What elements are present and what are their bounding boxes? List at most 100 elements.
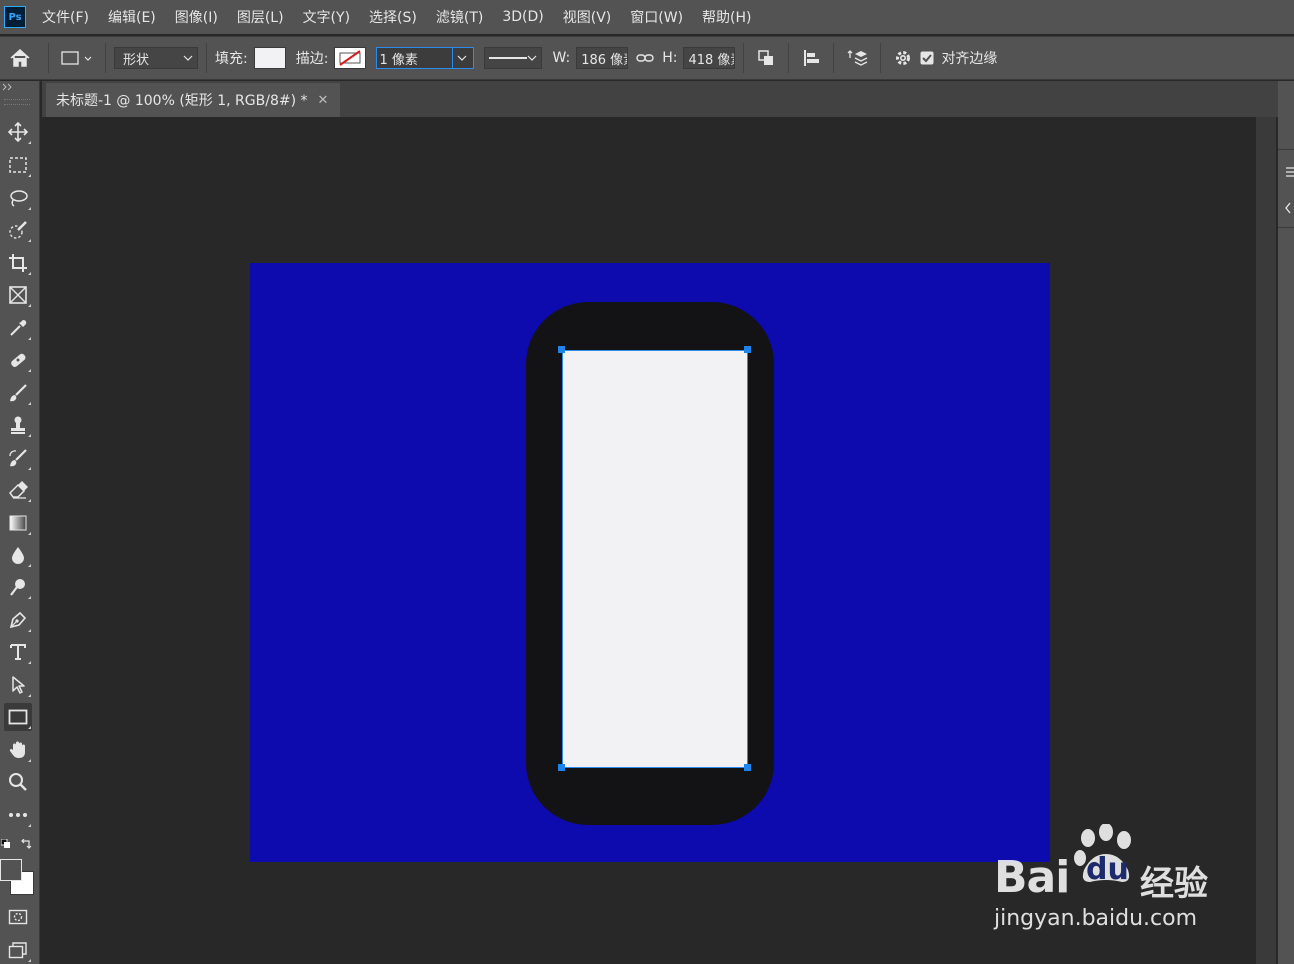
panel-collapse-icon[interactable] xyxy=(2,83,14,91)
divider xyxy=(788,43,790,73)
document-canvas[interactable] xyxy=(250,263,1050,862)
fill-swatch[interactable] xyxy=(253,47,286,69)
foreground-color-swatch[interactable] xyxy=(0,859,22,881)
document-tab-bar: 未标题-1 @ 100% (矩形 1, RGB/8#) * ✕ xyxy=(42,81,1278,117)
stroke-width-field[interactable]: 1 像素 xyxy=(376,47,475,69)
vertical-scrollbar[interactable] xyxy=(1256,117,1276,964)
gear-icon[interactable] xyxy=(889,49,917,67)
stroke-swatch[interactable] xyxy=(334,47,367,69)
panel-dock-divider xyxy=(1278,149,1294,150)
menu-filter[interactable]: 滤镜(T) xyxy=(436,7,483,27)
eraser-tool[interactable] xyxy=(4,476,32,504)
dodge-tool[interactable] xyxy=(4,573,32,601)
menu-file[interactable]: 文件(F) xyxy=(42,7,89,27)
height-field[interactable]: 418 像素 xyxy=(683,47,736,69)
menu-view[interactable]: 视图(V) xyxy=(563,7,612,27)
menu-image[interactable]: 图像(I) xyxy=(175,7,218,27)
quick-selection-tool[interactable] xyxy=(4,216,32,244)
clone-stamp-tool[interactable] xyxy=(4,411,32,439)
divider xyxy=(880,43,882,73)
photoshop-logo-icon[interactable]: Ps xyxy=(4,6,26,28)
path-operations-icon[interactable] xyxy=(752,49,780,67)
menu-edit[interactable]: 编辑(E) xyxy=(108,7,156,27)
pen-icon xyxy=(9,611,27,629)
default-colors-icon[interactable] xyxy=(1,839,11,849)
tool-preset-picker[interactable] xyxy=(57,50,97,66)
path-arrangement-icon[interactable] xyxy=(842,48,872,68)
menu-select[interactable]: 选择(S) xyxy=(369,7,417,27)
mode-select-value: 形状 xyxy=(123,52,150,68)
quick-mask-icon xyxy=(8,909,28,925)
width-field[interactable]: 186 像素 xyxy=(576,47,629,69)
collapsed-panel-dock xyxy=(1278,81,1294,964)
panel-arrow-icon[interactable] xyxy=(1280,201,1294,215)
screen-mode-button[interactable] xyxy=(4,936,32,964)
menu-help[interactable]: 帮助(H) xyxy=(702,7,751,27)
dodge-icon xyxy=(10,579,25,596)
checkmark-icon xyxy=(920,51,934,65)
brush-tool[interactable] xyxy=(4,379,32,407)
menu-layer[interactable]: 图层(L) xyxy=(237,7,284,27)
home-icon[interactable] xyxy=(0,38,40,78)
crop-tool[interactable] xyxy=(4,249,32,277)
options-bar: 形状 填充: 描边: 1 像素 W: 186 像素 H: 418 像素 对齐边缘 xyxy=(0,36,1294,80)
chevron-down-icon xyxy=(528,55,537,61)
watermark: Bai du 经验 jingyan.baidu.com xyxy=(990,822,1240,942)
swap-colors-icon[interactable] xyxy=(20,839,32,851)
divider xyxy=(105,43,106,73)
frame-tool[interactable] xyxy=(4,281,32,309)
hand-tool[interactable] xyxy=(4,736,32,764)
path-selection-tool[interactable] xyxy=(4,671,32,699)
eraser-icon xyxy=(9,481,28,499)
lasso-tool[interactable] xyxy=(4,184,32,212)
transform-handle-bottom-left[interactable] xyxy=(558,764,565,771)
history-brush-tool[interactable] xyxy=(4,444,32,472)
move-tool[interactable] xyxy=(4,118,32,146)
bandage-icon xyxy=(11,353,26,367)
align-edges-checkbox[interactable] xyxy=(919,51,935,65)
marquee-tool[interactable] xyxy=(4,151,32,179)
transform-handle-bottom-right[interactable] xyxy=(744,764,751,771)
stroke-width-dropdown[interactable] xyxy=(452,48,471,68)
gradient-tool[interactable] xyxy=(4,509,32,537)
zoom-tool[interactable] xyxy=(4,768,32,796)
tools-panel xyxy=(0,81,40,964)
blur-tool[interactable] xyxy=(4,541,32,569)
link-icon[interactable] xyxy=(628,52,662,64)
edit-toolbar-button[interactable] xyxy=(4,801,32,829)
menu-type[interactable]: 文字(Y) xyxy=(303,7,350,27)
menu-bar: Ps 文件(F) 编辑(E) 图像(I) 图层(L) 文字(Y) 选择(S) 滤… xyxy=(0,0,1294,34)
pen-tool[interactable] xyxy=(4,606,32,634)
move-icon xyxy=(8,122,28,142)
frame-icon xyxy=(9,286,27,304)
history-brush-icon xyxy=(9,449,27,467)
rectangle-shape-selected[interactable] xyxy=(562,350,748,768)
rectangle-tool[interactable] xyxy=(4,703,32,731)
stamp-icon xyxy=(11,416,25,434)
quick-mask-button[interactable] xyxy=(4,903,32,931)
hand-icon xyxy=(9,741,25,758)
chevron-down-icon xyxy=(458,55,467,61)
menu-window[interactable]: 窗口(W) xyxy=(630,7,683,27)
type-tool[interactable] xyxy=(4,638,32,666)
close-icon[interactable]: ✕ xyxy=(318,93,329,108)
path-alignment-icon[interactable] xyxy=(797,49,825,67)
panel-menu-icon[interactable] xyxy=(1280,165,1294,179)
eyedropper-tool[interactable] xyxy=(4,314,32,342)
type-icon xyxy=(10,644,26,660)
transform-handle-top-left[interactable] xyxy=(558,346,565,353)
stroke-width-value: 1 像素 xyxy=(379,52,418,68)
document-tab[interactable]: 未标题-1 @ 100% (矩形 1, RGB/8#) * ✕ xyxy=(46,83,340,117)
height-label: H: xyxy=(662,50,678,66)
screen-mode-icon xyxy=(8,942,27,959)
panel-grip[interactable] xyxy=(4,99,30,105)
panel-dock-divider xyxy=(1278,227,1294,228)
align-edges-label: 对齐边缘 xyxy=(941,51,998,67)
divider xyxy=(206,43,207,73)
mode-select[interactable]: 形状 xyxy=(114,47,198,69)
stroke-type-select[interactable] xyxy=(484,47,543,69)
menu-3d[interactable]: 3D(D) xyxy=(502,9,543,25)
healing-brush-tool[interactable] xyxy=(4,346,32,374)
rectangle-icon xyxy=(8,709,28,725)
transform-handle-top-right[interactable] xyxy=(744,346,751,353)
